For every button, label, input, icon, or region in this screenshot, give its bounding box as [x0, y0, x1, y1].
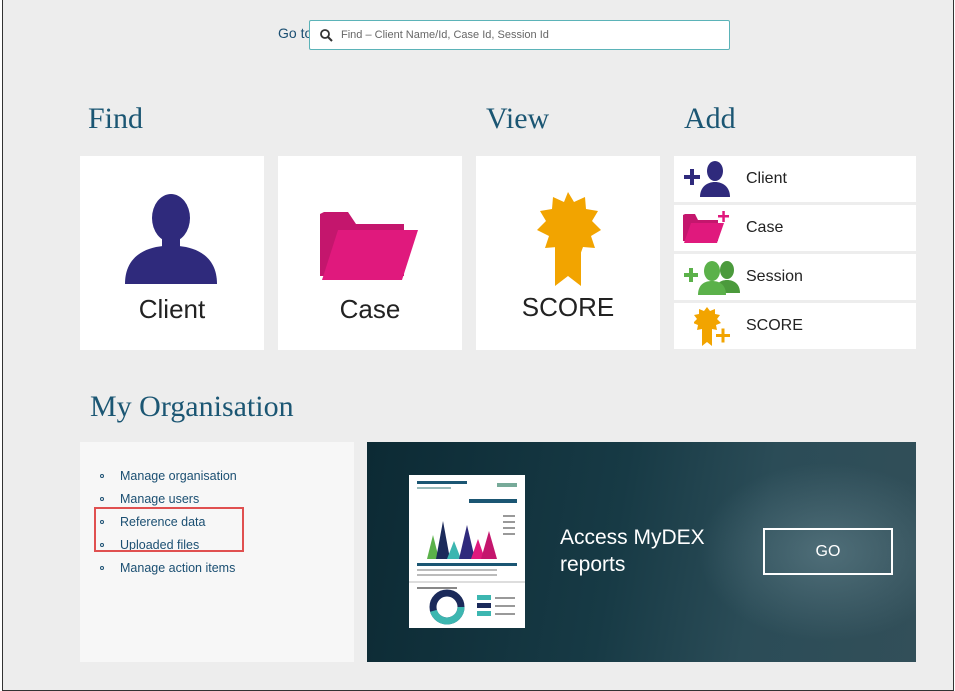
search-icon [320, 28, 333, 42]
add-client-label: Client [746, 170, 787, 187]
add-session-item[interactable]: Session [674, 254, 916, 300]
view-score-label: SCORE [521, 292, 615, 322]
folder-icon [320, 212, 418, 280]
add-title: Add [684, 102, 736, 135]
org-link-label: Manage organisation [120, 468, 237, 483]
go-button[interactable]: GO [763, 528, 893, 575]
org-link-label: Manage action items [120, 560, 236, 575]
add-score-icon [694, 307, 730, 346]
mydex-text: Access MyDEX reports [560, 526, 705, 576]
add-session-icon [684, 261, 740, 295]
find-case-tile[interactable]: Case [278, 156, 462, 350]
add-score-label: SCORE [746, 317, 803, 334]
find-title: Find [88, 102, 144, 135]
mydex-banner: Access MyDEX reports GO [367, 442, 916, 662]
find-client-tile[interactable]: Client [80, 156, 264, 350]
org-link-manage-organisation[interactable]: Manage organisation [100, 464, 237, 487]
org-link-manage-action-items[interactable]: Manage action items [100, 556, 237, 579]
add-client-icon [684, 161, 730, 197]
highlight-box [94, 507, 244, 552]
view-title: View [486, 102, 550, 135]
add-client-item[interactable]: Client [674, 156, 916, 202]
add-case-item[interactable]: Case [674, 205, 916, 251]
add-score-item[interactable]: SCORE [674, 303, 916, 349]
org-title: My Organisation [90, 390, 294, 423]
goto-label: Go to [278, 25, 313, 41]
find-case-label: Case [339, 294, 401, 324]
award-icon [537, 192, 601, 286]
find-client-label: Client [138, 294, 206, 324]
bullet-icon [100, 565, 104, 570]
bullet-icon [100, 496, 104, 501]
add-case-icon [683, 211, 729, 243]
add-case-label: Case [746, 219, 784, 236]
org-link-label: Manage users [120, 491, 200, 506]
add-session-label: Session [746, 268, 803, 285]
report-thumbnail [409, 475, 525, 628]
bullet-icon [100, 473, 104, 478]
person-icon [125, 194, 217, 284]
search-placeholder: Find – Client Name/Id, Case Id, Session … [341, 29, 549, 41]
search-input[interactable]: Find – Client Name/Id, Case Id, Session … [309, 20, 730, 50]
org-panel: Manage organisation Manage users Referen… [80, 442, 354, 662]
view-score-tile[interactable]: SCORE [476, 156, 660, 350]
